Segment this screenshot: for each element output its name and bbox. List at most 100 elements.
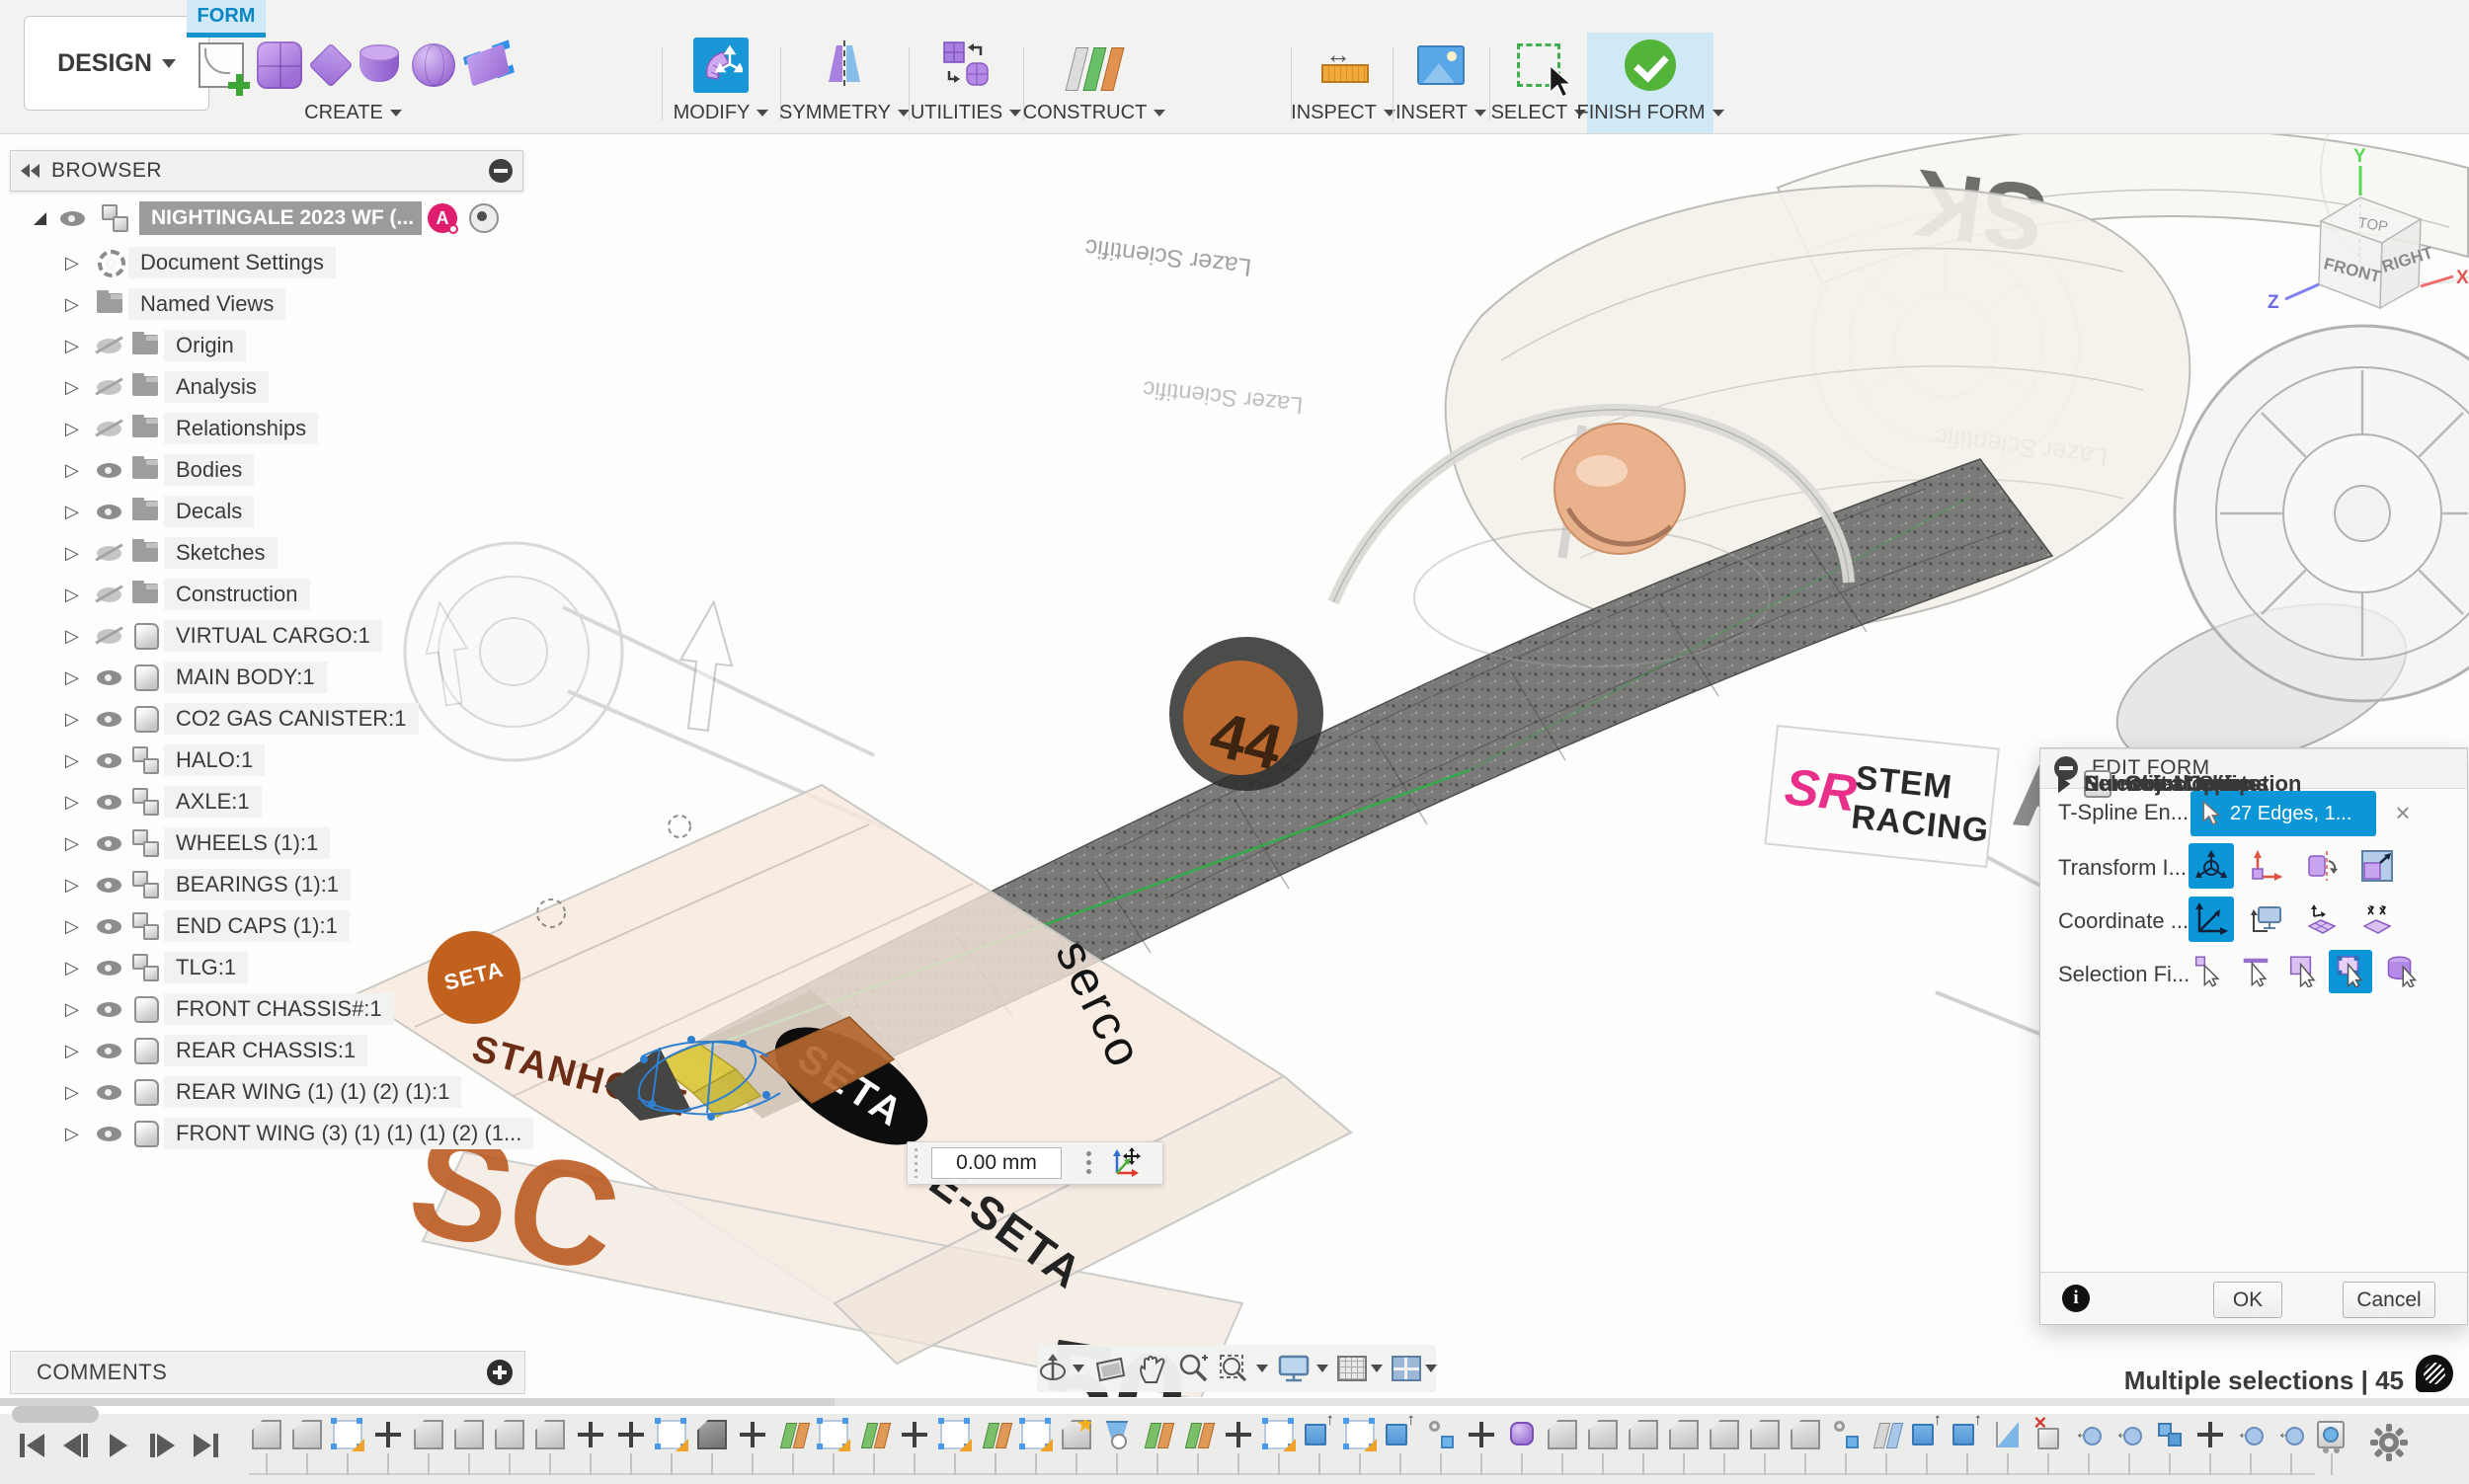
browser-tree-row[interactable]: ▷ VIRTUAL CARGO:1 bbox=[10, 615, 523, 657]
timeline-feature[interactable] bbox=[935, 1418, 976, 1473]
info-icon[interactable]: i bbox=[2062, 1285, 2090, 1312]
visibility-eye-icon[interactable] bbox=[56, 203, 92, 233]
expand-arrow-icon[interactable]: ▷ bbox=[65, 709, 93, 730]
viewcube[interactable]: TOP FRONT RIGHT Y X Z bbox=[2262, 148, 2469, 336]
browser-tree-row[interactable]: ▷ Relationships bbox=[10, 408, 523, 449]
filter-face-button[interactable] bbox=[2281, 950, 2325, 993]
visibility-eye-icon[interactable] bbox=[93, 1077, 128, 1107]
timeline-feature[interactable] bbox=[1786, 1418, 1826, 1473]
timeline-feature[interactable] bbox=[1664, 1418, 1705, 1473]
browser-tree-row[interactable]: ▷ FRONT CHASSIS#:1 bbox=[10, 988, 523, 1030]
browser-tree-row[interactable]: ▷ TLG:1 bbox=[10, 947, 523, 988]
expand-arrow-icon[interactable]: ▷ bbox=[65, 999, 93, 1020]
transform-translate-button[interactable] bbox=[2244, 843, 2289, 889]
insert-image-icon[interactable] bbox=[1417, 45, 1465, 85]
timeline-feature[interactable] bbox=[1502, 1418, 1543, 1473]
drag-handle[interactable] bbox=[912, 1148, 925, 1178]
browser-tree-row[interactable]: ▷ Document Settings bbox=[10, 242, 523, 283]
timeline-feature[interactable] bbox=[1826, 1418, 1867, 1473]
form-plane-icon[interactable] bbox=[308, 42, 353, 87]
workspace-switcher[interactable]: DESIGN bbox=[24, 16, 209, 111]
timeline-feature[interactable] bbox=[773, 1418, 814, 1473]
browser-tree-row[interactable]: ▷ Origin bbox=[10, 325, 523, 366]
timeline-feature[interactable] bbox=[247, 1418, 287, 1473]
mirror-symmetry-icon[interactable] bbox=[821, 40, 868, 91]
form-cylinder-icon[interactable] bbox=[359, 44, 399, 86]
browser-tree-row[interactable]: ▷ HALO:1 bbox=[10, 740, 523, 781]
coordinate-view-button[interactable] bbox=[2244, 897, 2289, 942]
timeline-feature[interactable] bbox=[854, 1418, 895, 1473]
timeline-feature[interactable] bbox=[1259, 1418, 1300, 1473]
timeline-feature[interactable] bbox=[814, 1418, 854, 1473]
timeline-settings-gear-icon[interactable] bbox=[2368, 1422, 2410, 1463]
transform-rotate-button[interactable] bbox=[2299, 843, 2345, 889]
filter-body-button[interactable] bbox=[2380, 950, 2424, 993]
timeline-feature[interactable] bbox=[1948, 1418, 1988, 1473]
expand-arrow-icon[interactable]: ▷ bbox=[65, 502, 93, 522]
expand-arrow-icon[interactable]: ▷ bbox=[65, 1124, 93, 1144]
visibility-eye-icon[interactable] bbox=[93, 828, 128, 858]
timeline-feature[interactable] bbox=[1097, 1418, 1138, 1473]
display-settings-button[interactable] bbox=[1277, 1353, 1328, 1384]
timeline-feature[interactable] bbox=[2312, 1418, 2352, 1473]
timeline-feature[interactable] bbox=[976, 1418, 1016, 1473]
add-comment-icon[interactable] bbox=[487, 1360, 513, 1385]
manipulator-mode-icon[interactable] bbox=[1107, 1147, 1141, 1179]
go-to-end-button[interactable] bbox=[188, 1428, 223, 1463]
browser-tree-row[interactable]: ▷ END CAPS (1):1 bbox=[10, 905, 523, 947]
expand-arrow-icon[interactable]: ▷ bbox=[65, 585, 93, 605]
coordinate-world-button[interactable] bbox=[2189, 897, 2234, 942]
timeline-feature[interactable] bbox=[1907, 1418, 1948, 1473]
activate-component-radio[interactable] bbox=[469, 203, 499, 233]
visibility-eye-icon[interactable] bbox=[93, 580, 128, 609]
browser-tree-row[interactable]: ▷ MAIN BODY:1 bbox=[10, 657, 523, 698]
transform-triad-button[interactable] bbox=[2189, 843, 2234, 889]
expand-arrow-icon[interactable]: ▷ bbox=[65, 958, 93, 978]
timeline-feature[interactable] bbox=[2231, 1418, 2271, 1473]
finish-form-button[interactable]: FINISH FORM bbox=[1577, 98, 1724, 127]
timeline-feature[interactable] bbox=[1300, 1418, 1340, 1473]
utilities-menu[interactable]: UTILITIES bbox=[911, 98, 1021, 127]
root-document-label[interactable]: NIGHTINGALE 2023 WF (... bbox=[139, 201, 422, 235]
expand-arrow-icon[interactable]: ▷ bbox=[65, 875, 93, 896]
visibility-eye-icon[interactable] bbox=[93, 953, 128, 982]
timeline-feature[interactable] bbox=[2271, 1418, 2312, 1473]
create-sketch-icon[interactable] bbox=[199, 42, 244, 88]
timeline-feature[interactable] bbox=[2069, 1418, 2110, 1473]
browser-tree-row[interactable]: ▷ Sketches bbox=[10, 532, 523, 574]
browser-tree-row[interactable]: ▷ Decals bbox=[10, 491, 523, 532]
play-button[interactable] bbox=[101, 1428, 136, 1463]
timeline-feature[interactable] bbox=[571, 1418, 611, 1473]
collapse-panel-icon[interactable] bbox=[21, 164, 40, 178]
orbit-button[interactable] bbox=[1037, 1352, 1084, 1385]
browser-tree-row[interactable]: ▷ BEARINGS (1):1 bbox=[10, 864, 523, 905]
visibility-eye-icon[interactable] bbox=[93, 331, 128, 360]
visibility-eye-icon[interactable] bbox=[93, 745, 128, 775]
expand-arrow-icon[interactable]: ▷ bbox=[65, 1082, 93, 1103]
timeline-feature[interactable] bbox=[328, 1418, 368, 1473]
minimize-browser-icon[interactable] bbox=[489, 159, 513, 183]
browser-tree-row[interactable]: ▷ Construction bbox=[10, 574, 523, 615]
timeline-feature[interactable] bbox=[530, 1418, 571, 1473]
timeline-feature[interactable] bbox=[1624, 1418, 1664, 1473]
form-box-icon[interactable] bbox=[257, 41, 302, 89]
select-tool-icon[interactable] bbox=[1517, 43, 1560, 87]
browser-tree-row[interactable]: ▷ REAR CHASSIS:1 bbox=[10, 1030, 523, 1071]
grid-snap-button[interactable] bbox=[1337, 1356, 1383, 1381]
timeline-feature[interactable] bbox=[611, 1418, 652, 1473]
visibility-eye-icon[interactable] bbox=[93, 704, 128, 734]
timeline-feature[interactable] bbox=[1016, 1418, 1057, 1473]
go-to-start-button[interactable] bbox=[14, 1428, 49, 1463]
timeline-feature[interactable] bbox=[1138, 1418, 1178, 1473]
timeline-feature[interactable] bbox=[1340, 1418, 1381, 1473]
timeline-feature[interactable] bbox=[1867, 1418, 1907, 1473]
visibility-eye-icon[interactable] bbox=[93, 372, 128, 402]
symmetry-menu[interactable]: SYMMETRY bbox=[779, 98, 910, 127]
timeline-scroll-thumb[interactable] bbox=[12, 1406, 99, 1423]
visibility-eye-icon[interactable] bbox=[93, 663, 128, 692]
visibility-eye-icon[interactable] bbox=[93, 911, 128, 941]
visibility-eye-icon[interactable] bbox=[93, 787, 128, 817]
browser-tree-row[interactable]: ▷ Analysis bbox=[10, 366, 523, 408]
timeline-feature[interactable] bbox=[2110, 1418, 2150, 1473]
timeline-feature[interactable] bbox=[1705, 1418, 1745, 1473]
